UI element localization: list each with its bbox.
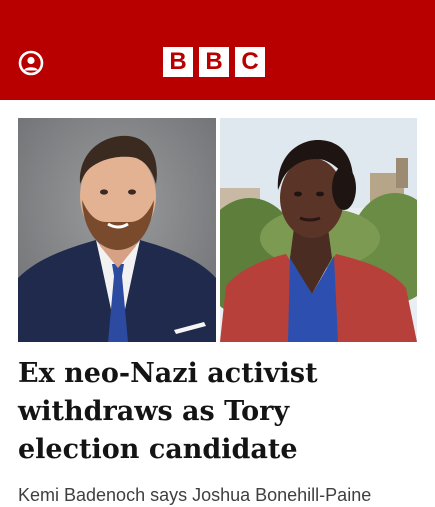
portrait-photo-woman: [220, 118, 417, 342]
logo-letter: B: [163, 47, 193, 77]
article-summary: Kemi Badenoch says Joshua Bonehill-Paine: [18, 485, 372, 505]
account-icon[interactable]: [18, 50, 44, 76]
bbc-logo[interactable]: B B C: [163, 47, 265, 77]
article-image[interactable]: [18, 118, 417, 342]
portrait-photo-man: [18, 118, 216, 342]
logo-letter: B: [199, 47, 229, 77]
article-headline[interactable]: Ex neo-Nazi activist withdraws as Tory e…: [18, 355, 418, 469]
logo-letter: C: [235, 47, 265, 77]
masthead: B B C: [0, 0, 435, 100]
